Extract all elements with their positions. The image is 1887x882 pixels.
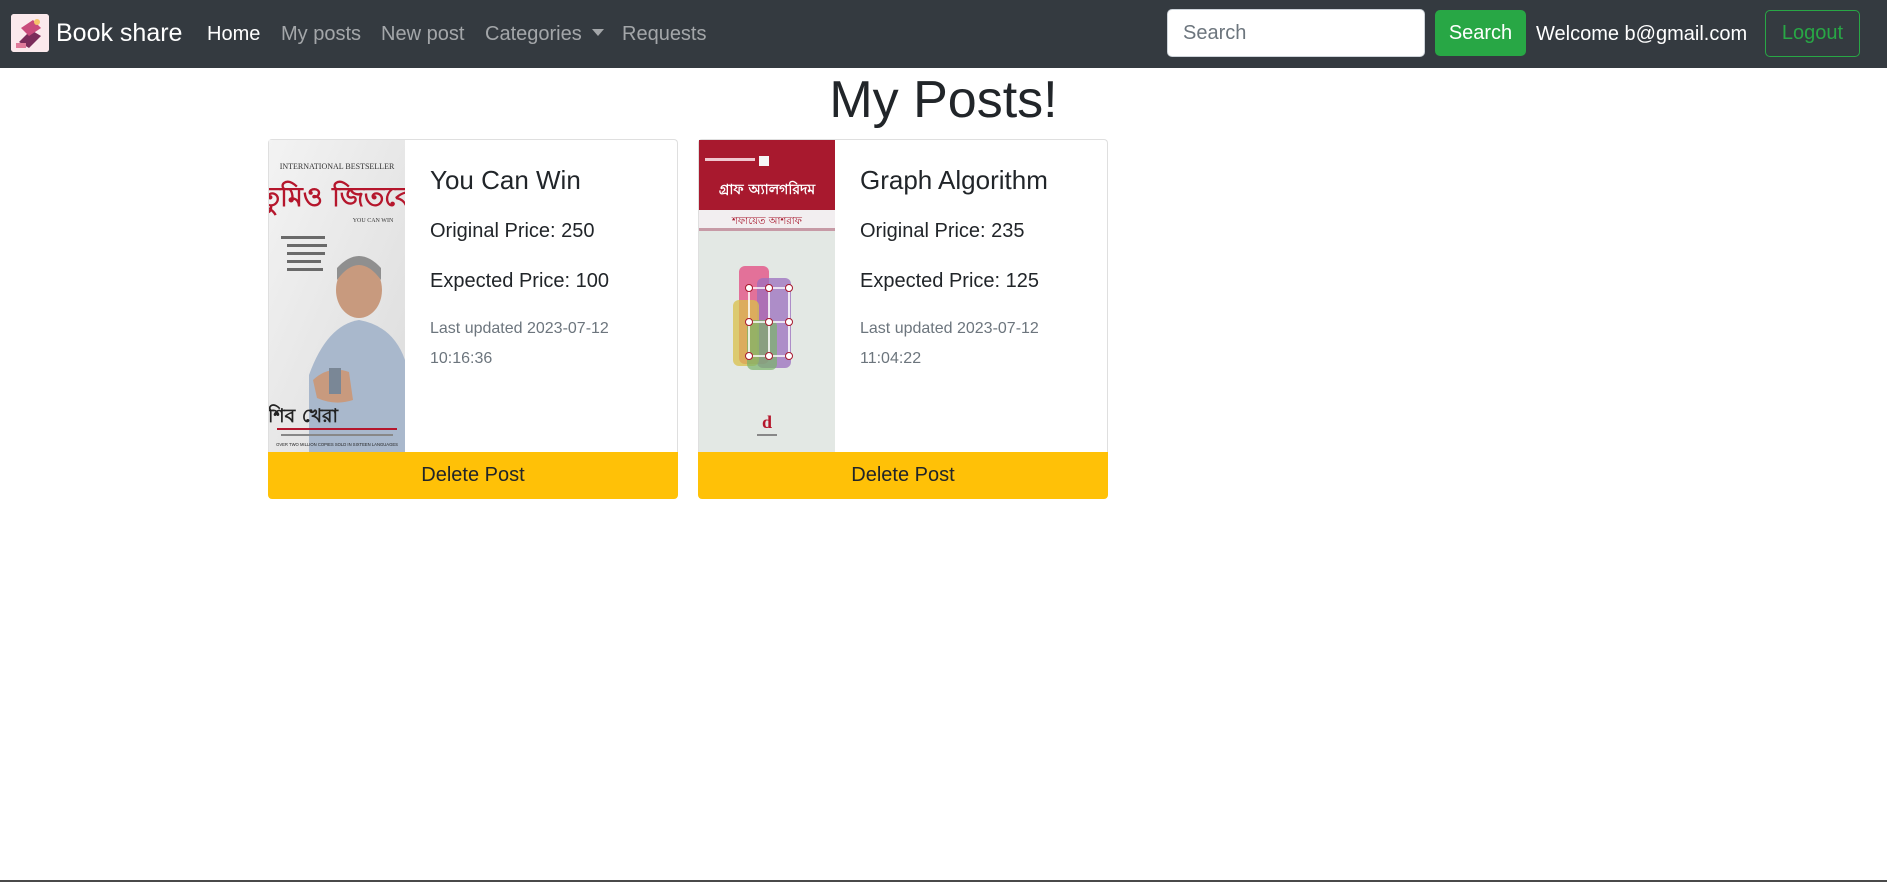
welcome-text: Welcome b@gmail.com <box>1536 23 1748 45</box>
cover-title-text: গ্রাফ অ্যালগরিদম <box>719 180 817 198</box>
post-card-body: INTERNATIONAL BESTSELLER তুমিও জিতবে YOU… <box>268 139 678 453</box>
post-title: Graph Algorithm <box>860 165 1048 195</box>
last-updated-time: 10:16:36 <box>430 350 493 367</box>
svg-text:d: d <box>762 412 772 432</box>
post-info: Graph Algorithm Original Price: 235 Expe… <box>860 160 1100 374</box>
last-updated: Last updated 2023-07-12 11:04:22 <box>860 314 1100 374</box>
nav-categories-label: Categories <box>485 23 582 45</box>
nav-new-post[interactable]: New post <box>381 20 464 48</box>
logout-button[interactable]: Logout <box>1765 10 1860 57</box>
navbar: Book share Home My posts New post Catego… <box>0 0 1887 68</box>
cover-subtitle-text: YOU CAN WIN <box>353 218 394 224</box>
expected-price: Expected Price: 125 <box>860 270 1039 292</box>
brand-name: Book share <box>56 19 183 47</box>
book-logo-icon <box>11 14 49 52</box>
search-button[interactable]: Search <box>1435 10 1526 56</box>
nav-home[interactable]: Home <box>207 20 260 48</box>
expected-price: Expected Price: 100 <box>430 270 609 292</box>
cover-top-text: INTERNATIONAL BESTSELLER <box>280 162 395 171</box>
caret-down-icon <box>591 29 604 36</box>
page-title: My Posts! <box>829 71 1058 129</box>
post-card: গ্রাফ অ্যালগরিদম শফায়েত আশরাফ d Graph A… <box>698 139 1108 499</box>
last-updated-time: 11:04:22 <box>860 350 922 367</box>
original-price: Original Price: 250 <box>430 220 595 242</box>
book-cover-image: গ্রাফ অ্যালগরিদম শফায়েত আশরাফ d <box>699 140 835 453</box>
last-updated-date: Last updated 2023-07-12 <box>860 320 1039 337</box>
last-updated: Last updated 2023-07-12 10:16:36 <box>430 314 670 374</box>
post-info: You Can Win Original Price: 250 Expected… <box>430 160 670 374</box>
book-cover-image: INTERNATIONAL BESTSELLER তুমিও জিতবে YOU… <box>269 140 405 453</box>
post-card: INTERNATIONAL BESTSELLER তুমিও জিতবে YOU… <box>268 139 678 499</box>
nav-requests[interactable]: Requests <box>622 20 707 48</box>
delete-post-button[interactable]: Delete Post <box>698 452 1108 499</box>
cover-author-text: শফায়েত আশরাফ <box>731 216 803 227</box>
nav-my-posts[interactable]: My posts <box>281 20 361 48</box>
original-price: Original Price: 235 <box>860 220 1025 242</box>
last-updated-date: Last updated 2023-07-12 <box>430 320 609 337</box>
search-input[interactable] <box>1167 9 1425 57</box>
cover-author-text: শিব খেরা <box>269 404 339 427</box>
post-title: You Can Win <box>430 165 581 195</box>
post-card-body: গ্রাফ অ্যালগরিদম শফায়েত আশরাফ d Graph A… <box>698 139 1108 453</box>
cover-title-text: তুমিও জিতবে <box>269 180 405 215</box>
nav-categories-dropdown[interactable]: Categories <box>485 20 604 48</box>
delete-post-button[interactable]: Delete Post <box>268 452 678 499</box>
cover-bottom-text: OVER TWO MILLION COPIES SOLD IN SIXTEEN … <box>276 442 398 447</box>
brand-link[interactable]: Book share <box>11 14 182 52</box>
